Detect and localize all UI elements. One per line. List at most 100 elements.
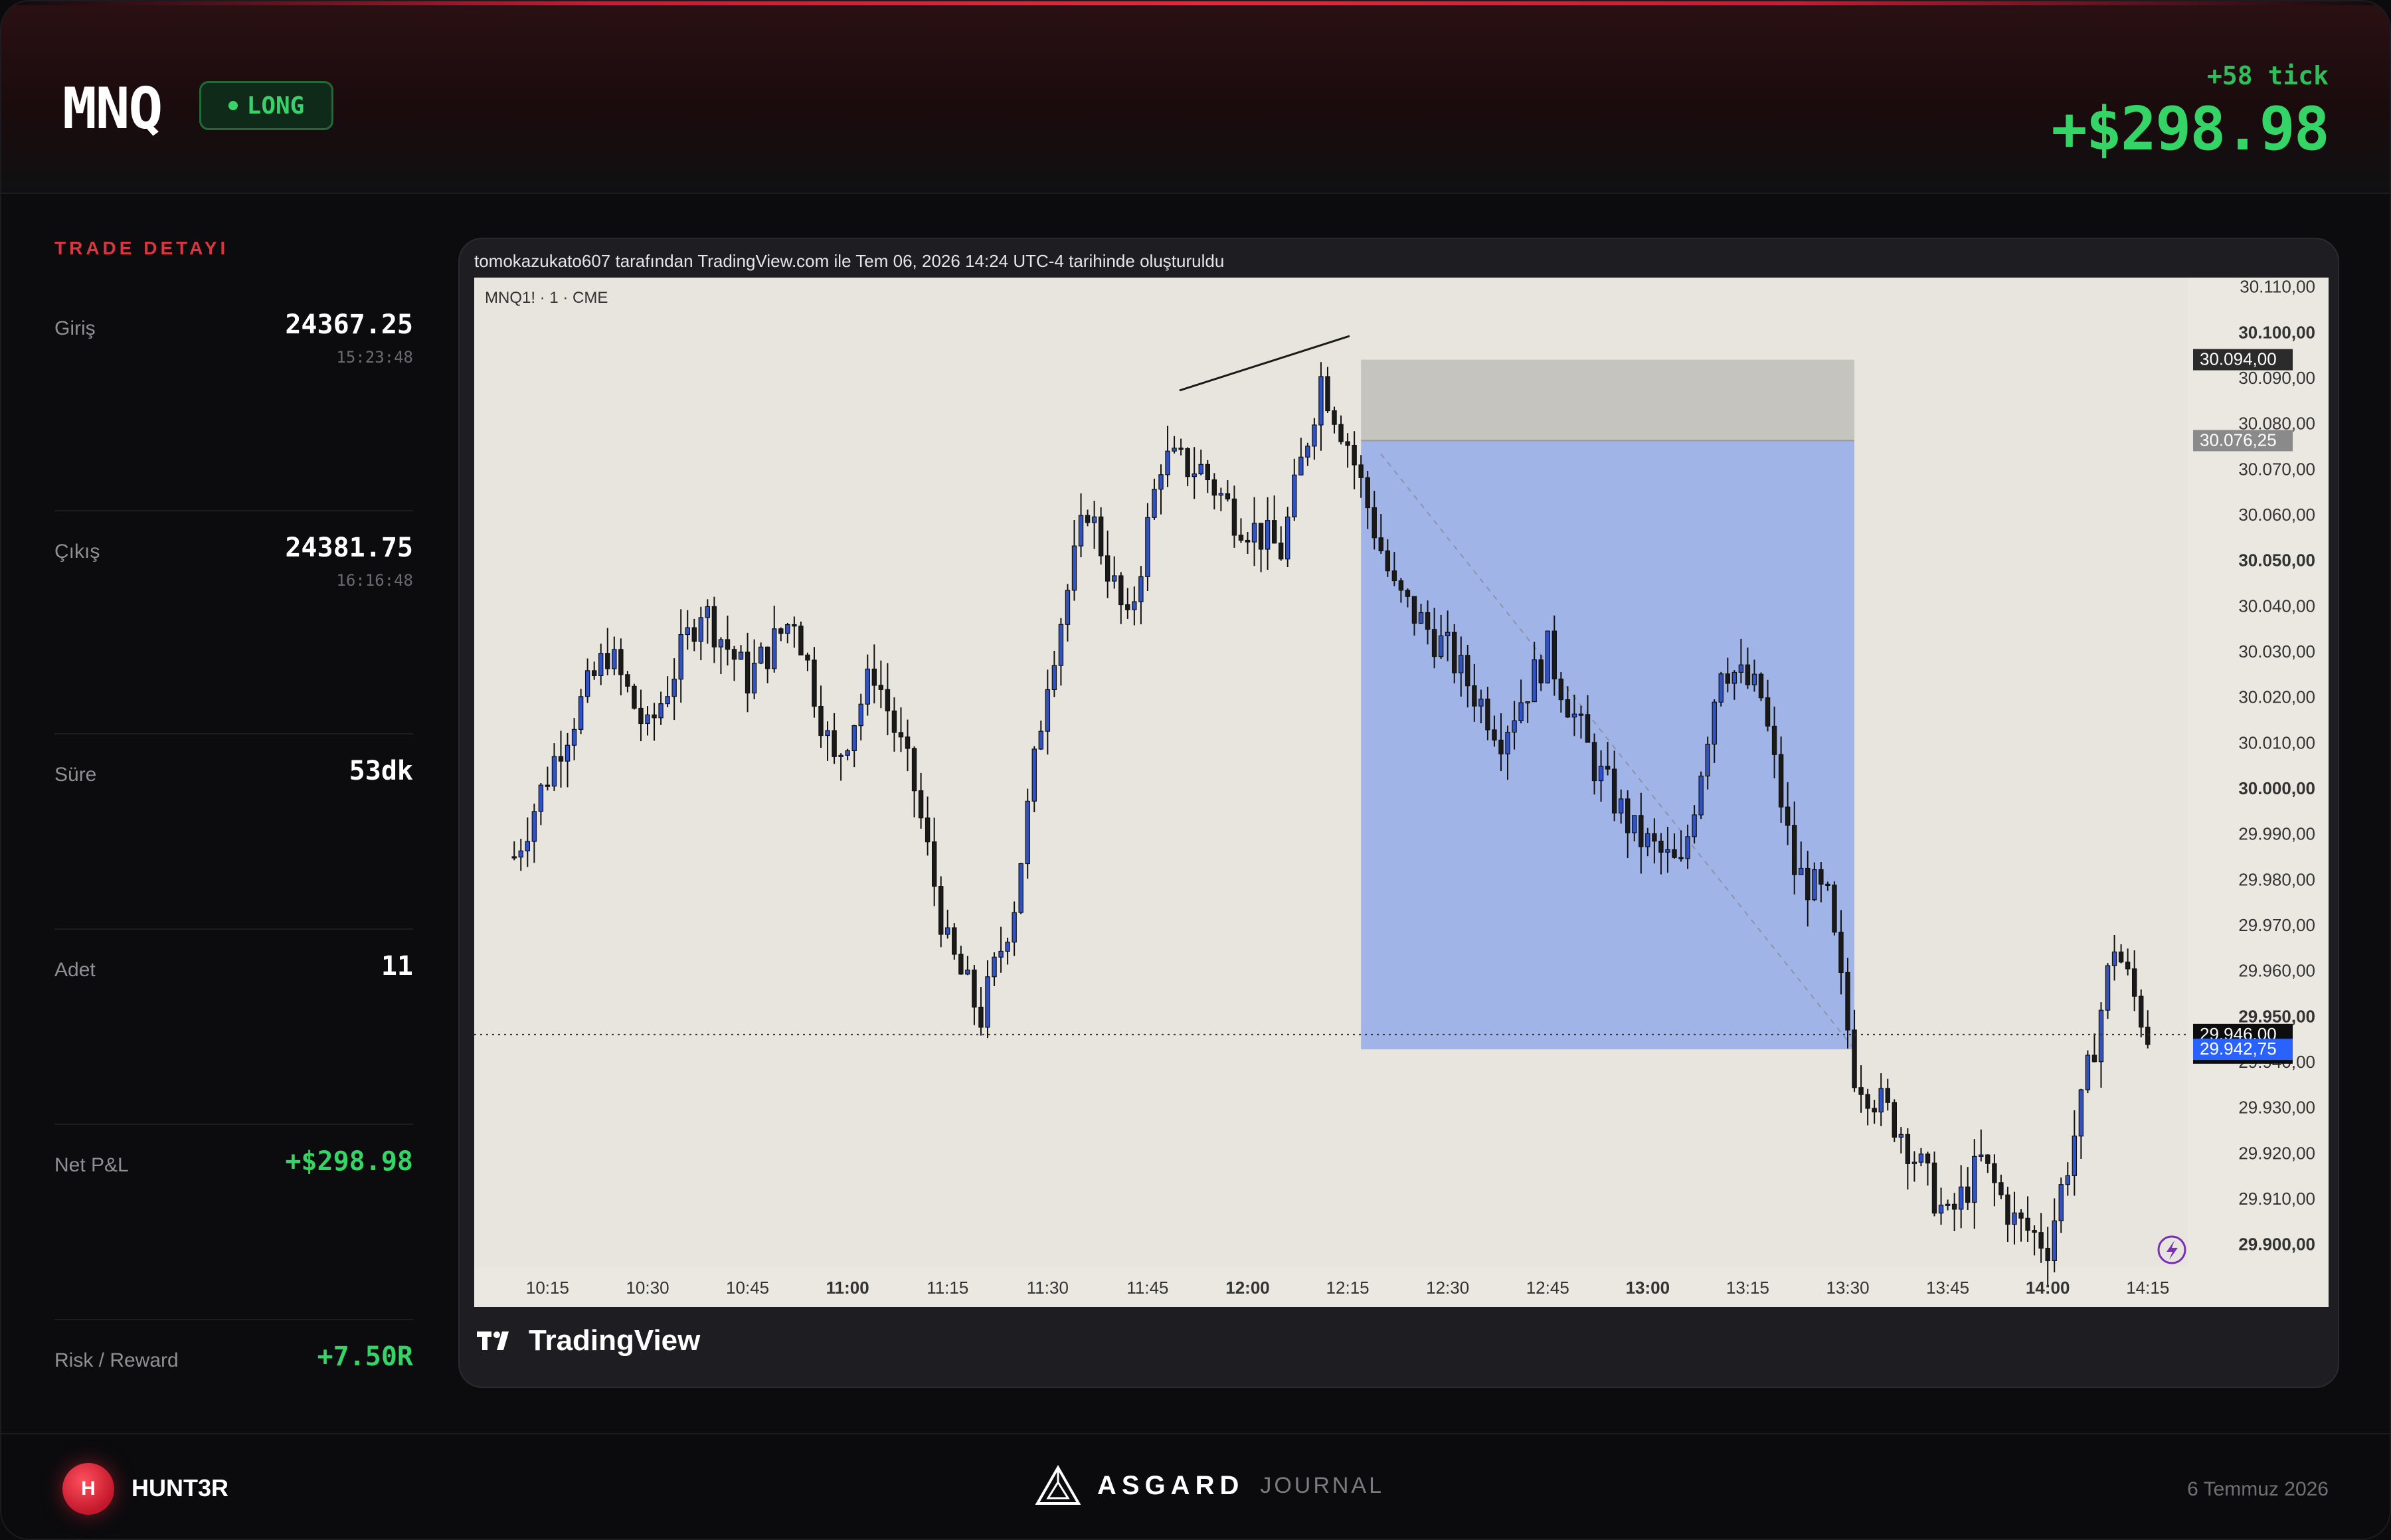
candle-body	[1452, 632, 1457, 673]
candle-body	[978, 1007, 984, 1028]
detail-label: Giriş	[54, 317, 96, 339]
candle-body	[1332, 410, 1337, 425]
chart-caption: tomokazukato607 tarafından TradingView.c…	[474, 251, 1225, 271]
y-tick-label: 30.070,00	[2238, 459, 2315, 479]
candle-body	[1145, 517, 1150, 577]
header-pnl: +$298.98	[2051, 94, 2330, 164]
candle-body	[998, 950, 1004, 958]
candle-body	[618, 649, 624, 675]
candle-body	[691, 627, 697, 642]
candle-body	[1005, 942, 1010, 952]
candle-body	[1812, 869, 1817, 900]
candle-body	[2038, 1232, 2044, 1249]
candle-body	[1911, 1161, 1917, 1164]
candle-body	[718, 639, 724, 647]
candle-body	[1905, 1134, 1911, 1164]
candle-body	[1418, 612, 1424, 624]
detail-label: Risk / Reward	[54, 1349, 179, 1371]
candle-body	[1298, 456, 1304, 475]
price-chart[interactable]: 30.110,00 30.100,00 30.090,00 30.080,00 30.0…	[474, 277, 2329, 1307]
candle-body	[772, 628, 777, 669]
candle-body	[658, 703, 664, 719]
ticker-symbol: MNQ	[62, 76, 163, 142]
candle-body	[511, 856, 517, 859]
candle-body	[1998, 1182, 2004, 1195]
candle-body	[1678, 857, 1684, 859]
candle-body	[1025, 800, 1030, 865]
candle-body	[705, 606, 711, 618]
candle-body	[858, 703, 863, 727]
candle-body	[878, 685, 884, 690]
y-tick-label: 30.040,00	[2238, 596, 2315, 616]
candle-body	[1591, 742, 1597, 782]
candle-body	[1645, 833, 1650, 847]
candle-body	[1258, 523, 1264, 550]
candle-body	[1165, 450, 1170, 475]
candle-body	[1931, 1162, 1937, 1214]
y-tick-label: 30.020,00	[2238, 687, 2315, 707]
candle-body	[2018, 1212, 2024, 1219]
candle-body	[785, 624, 790, 634]
candle-body	[1158, 474, 1164, 490]
candle-body	[1551, 630, 1557, 680]
candle-body	[1558, 678, 1564, 701]
candle-body	[1858, 1087, 1864, 1095]
detail-label: Çıkış	[54, 541, 100, 562]
candle-body	[1652, 833, 1657, 842]
y-tick-label: 29.960,00	[2238, 961, 2315, 981]
y-tick-label: 30.090,00	[2238, 368, 2315, 388]
candle-body	[1938, 1205, 1944, 1214]
candle-body	[1945, 1203, 1951, 1206]
candle-body	[1251, 523, 1257, 543]
candle-body	[1725, 673, 1731, 684]
candle-body	[2058, 1184, 2064, 1222]
candle-body	[1265, 520, 1271, 550]
candle-body	[1925, 1154, 1931, 1163]
tick-count: +58 tick	[2206, 61, 2329, 90]
candle-body	[1218, 493, 1224, 496]
candle-body	[738, 651, 744, 660]
candle-body	[838, 754, 843, 757]
candle-body	[1091, 516, 1097, 523]
y-tick-label: 29.900,00	[2238, 1235, 2315, 1254]
candle-body	[1698, 776, 1704, 815]
candle-body	[1438, 635, 1444, 657]
username: HUNT3R	[132, 1474, 229, 1501]
candle-body	[558, 756, 564, 762]
x-tick-label: 13:15	[1726, 1278, 1769, 1298]
detail-row-exit: Çıkış 24381.75 16:16:48	[54, 511, 413, 734]
price-tag-label: 30.094,00	[2200, 349, 2277, 369]
candle-body	[1318, 376, 1324, 426]
candle-body	[2145, 1027, 2151, 1045]
tradingview-logo-icon	[477, 1331, 509, 1350]
candle-body	[1198, 464, 1203, 475]
avatar[interactable]: H	[62, 1463, 114, 1515]
candle-body	[1892, 1102, 1897, 1138]
position-side-badge: LONG	[199, 81, 333, 130]
candle-body	[2131, 968, 2137, 997]
candle-body	[665, 696, 670, 705]
candle-body	[645, 714, 650, 725]
candle-body	[698, 617, 704, 642]
candle-body	[931, 841, 937, 887]
candle-body	[1292, 474, 1297, 518]
candle-body	[1958, 1186, 1964, 1210]
y-tick-label: 30.000,00	[2238, 778, 2315, 798]
sidebar-title: TRADE DETAYI	[54, 238, 229, 258]
candle-body	[1085, 515, 1091, 523]
candle-body	[1278, 543, 1284, 560]
candle-body	[1325, 376, 1330, 412]
candle-body	[571, 728, 577, 746]
candle-body	[1118, 575, 1124, 606]
candle-body	[1498, 739, 1504, 754]
tradingview-brand-text: TradingView	[529, 1324, 701, 1357]
candle-body	[1838, 932, 1844, 973]
status-dot-icon	[228, 101, 238, 110]
x-tick-label: 11:45	[1126, 1278, 1168, 1298]
candle-body	[1965, 1186, 1971, 1203]
x-tick-label: 14:15	[2126, 1278, 2169, 1298]
candle-body	[1525, 701, 1530, 704]
candle-body	[2052, 1220, 2057, 1262]
candle-body	[1445, 632, 1451, 637]
candle-body	[1152, 489, 1157, 518]
